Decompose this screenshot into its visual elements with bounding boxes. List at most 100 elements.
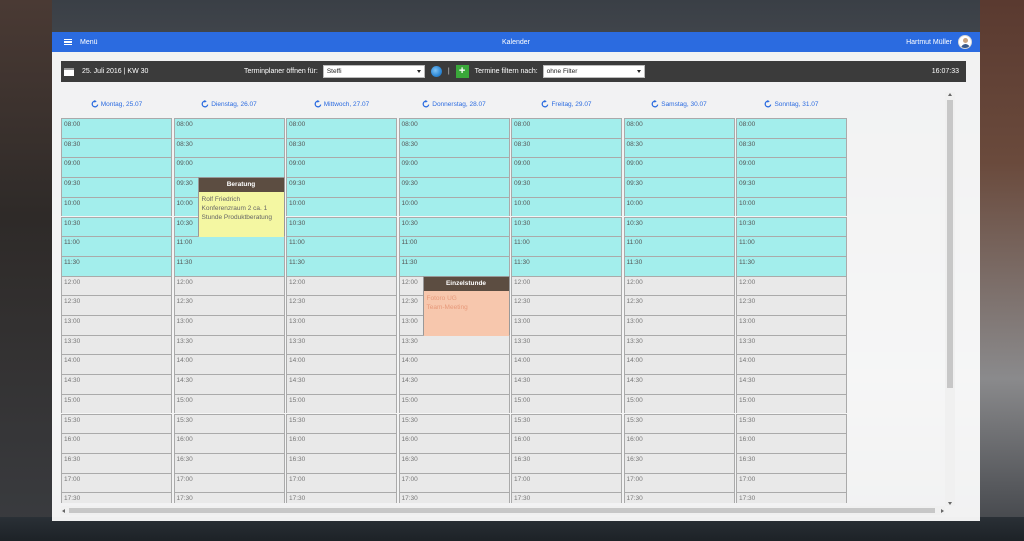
scroll-down-icon[interactable]: [948, 502, 952, 505]
time-slot[interactable]: 10:00: [398, 196, 510, 217]
time-slot[interactable]: 11:00: [623, 236, 735, 256]
time-slot[interactable]: 13:30: [511, 334, 622, 355]
day-header[interactable]: Donnerstag, 28.07: [399, 100, 510, 108]
time-slot[interactable]: 14:30: [173, 374, 285, 394]
time-slot[interactable]: 16:00: [173, 433, 285, 453]
time-slot[interactable]: 13:00: [61, 315, 172, 335]
day-header[interactable]: Sonntag, 31.07: [736, 100, 847, 108]
time-slot[interactable]: 14:00: [736, 354, 847, 375]
time-slot[interactable]: 14:00: [623, 354, 735, 375]
time-slot[interactable]: 09:00: [623, 157, 735, 178]
time-slot[interactable]: 08:30: [286, 137, 397, 158]
time-slot[interactable]: 17:30: [173, 492, 285, 503]
time-slot[interactable]: 13:30: [623, 334, 735, 355]
day-header[interactable]: Mittwoch, 27.07: [286, 100, 397, 108]
time-slot[interactable]: 15:00: [398, 393, 510, 414]
time-slot[interactable]: 09:30: [286, 177, 397, 197]
time-slot[interactable]: 11:30: [398, 255, 510, 276]
scroll-left-icon[interactable]: [62, 508, 65, 513]
time-slot[interactable]: 14:00: [511, 354, 622, 375]
time-slot[interactable]: 10:00: [736, 196, 847, 217]
time-slot[interactable]: 16:30: [173, 452, 285, 473]
time-slot[interactable]: 12:00: [286, 275, 397, 296]
time-slot[interactable]: 08:30: [623, 137, 735, 158]
time-slot[interactable]: 12:00: [736, 275, 847, 296]
time-slot[interactable]: 12:30: [511, 295, 622, 315]
time-slot[interactable]: 09:00: [61, 157, 172, 178]
time-slot[interactable]: 17:30: [623, 492, 735, 503]
time-slot[interactable]: 12:30: [623, 295, 735, 315]
time-slot[interactable]: 13:30: [736, 334, 847, 355]
time-slot[interactable]: 08:00: [61, 118, 172, 138]
time-slot[interactable]: 15:00: [623, 393, 735, 414]
day-header[interactable]: Dienstag, 26.07: [174, 100, 285, 108]
time-slot[interactable]: 11:30: [61, 255, 172, 276]
time-slot[interactable]: 13:00: [173, 315, 285, 335]
time-slot[interactable]: 13:00: [736, 315, 847, 335]
time-slot[interactable]: 10:30: [286, 216, 397, 237]
time-slot[interactable]: 11:00: [511, 236, 622, 256]
time-slot[interactable]: 14:00: [61, 354, 172, 375]
time-slot[interactable]: 17:00: [286, 472, 397, 493]
day-header[interactable]: Samstag, 30.07: [624, 100, 735, 108]
time-slot[interactable]: 17:00: [61, 472, 172, 493]
time-slot[interactable]: 15:30: [173, 413, 285, 434]
time-slot[interactable]: 16:30: [61, 452, 172, 473]
filter-select[interactable]: ohne Filter: [542, 65, 645, 78]
time-slot[interactable]: 13:30: [61, 334, 172, 355]
time-slot[interactable]: 09:00: [173, 157, 285, 178]
scrollbar-thumb[interactable]: [947, 100, 953, 388]
time-slot[interactable]: 08:30: [398, 137, 510, 158]
time-slot[interactable]: 10:30: [511, 216, 622, 237]
time-slot[interactable]: 08:00: [736, 118, 847, 138]
time-slot[interactable]: 11:30: [736, 255, 847, 276]
planner-select[interactable]: Steffi: [322, 65, 425, 78]
time-slot[interactable]: 15:00: [511, 393, 622, 414]
time-slot[interactable]: 13:00: [511, 315, 622, 335]
time-slot[interactable]: 14:00: [286, 354, 397, 375]
avatar[interactable]: [958, 35, 972, 49]
time-slot[interactable]: 11:30: [511, 255, 622, 276]
time-slot[interactable]: 09:30: [736, 177, 847, 197]
time-slot[interactable]: 12:00: [511, 275, 622, 296]
time-slot[interactable]: 16:30: [398, 452, 510, 473]
time-slot[interactable]: 11:00: [398, 236, 510, 256]
time-slot[interactable]: 08:00: [173, 118, 285, 138]
time-slot[interactable]: 11:30: [286, 255, 397, 276]
time-slot[interactable]: 14:30: [511, 374, 622, 394]
time-slot[interactable]: 15:00: [173, 393, 285, 414]
time-slot[interactable]: 09:30: [623, 177, 735, 197]
time-slot[interactable]: 16:00: [286, 433, 397, 453]
time-slot[interactable]: 12:30: [286, 295, 397, 315]
time-slot[interactable]: 11:30: [623, 255, 735, 276]
time-slot[interactable]: 12:30: [736, 295, 847, 315]
time-slot[interactable]: 15:30: [511, 413, 622, 434]
time-slot[interactable]: 15:00: [286, 393, 397, 414]
time-slot[interactable]: 08:00: [623, 118, 735, 138]
time-slot[interactable]: 09:30: [511, 177, 622, 197]
time-slot[interactable]: 10:30: [623, 216, 735, 237]
time-slot[interactable]: 15:30: [61, 413, 172, 434]
time-slot[interactable]: 17:30: [286, 492, 397, 503]
time-slot[interactable]: 09:00: [286, 157, 397, 178]
time-slot[interactable]: 08:30: [511, 137, 622, 158]
time-slot[interactable]: 10:00: [511, 196, 622, 217]
time-slot[interactable]: 08:30: [736, 137, 847, 158]
time-slot[interactable]: 10:00: [61, 196, 172, 217]
time-slot[interactable]: 09:00: [736, 157, 847, 178]
time-slot[interactable]: 08:00: [286, 118, 397, 138]
time-slot[interactable]: 15:30: [623, 413, 735, 434]
time-slot[interactable]: 08:00: [398, 118, 510, 138]
time-slot[interactable]: 10:00: [623, 196, 735, 217]
time-slot[interactable]: 17:00: [511, 472, 622, 493]
scroll-right-icon[interactable]: [941, 508, 944, 513]
time-slot[interactable]: 12:30: [61, 295, 172, 315]
time-slot[interactable]: 13:30: [286, 334, 397, 355]
time-slot[interactable]: 08:30: [173, 137, 285, 158]
time-slot[interactable]: 11:00: [736, 236, 847, 256]
vertical-scrollbar[interactable]: [945, 92, 955, 506]
time-slot[interactable]: 17:00: [173, 472, 285, 493]
time-slot[interactable]: 17:00: [398, 472, 510, 493]
time-slot[interactable]: 08:30: [61, 137, 172, 158]
time-slot[interactable]: 17:30: [511, 492, 622, 503]
